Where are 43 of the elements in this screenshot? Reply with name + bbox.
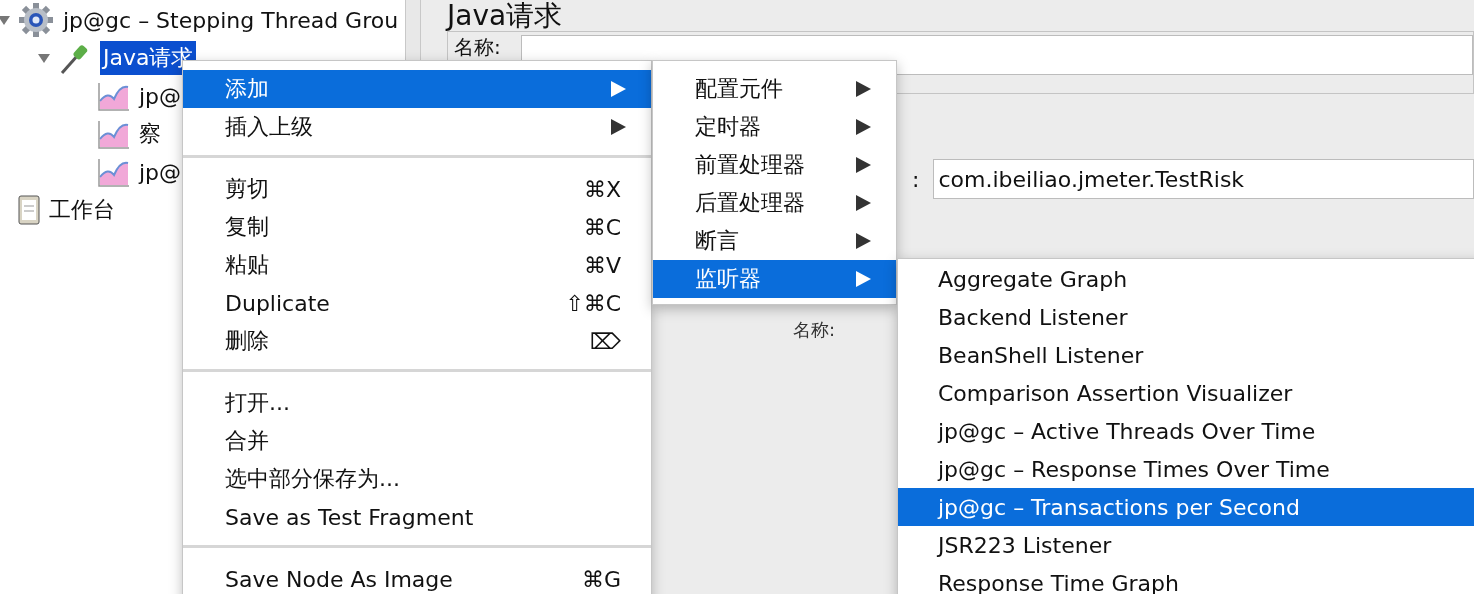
menu-item[interactable]: 配置元件	[653, 70, 896, 108]
menu-item[interactable]: 删除 ⌦	[183, 322, 651, 360]
menu-item[interactable]: jp@gc – Active Threads Over Time	[898, 412, 1474, 450]
menu-item[interactable]: 合并	[183, 422, 651, 460]
menu-item[interactable]: 后置处理器	[653, 184, 896, 222]
menu-item[interactable]: JSR223 Listener	[898, 526, 1474, 564]
field-label: :	[912, 166, 920, 192]
menu-item[interactable]: Backend Listener	[898, 298, 1474, 336]
menu-item[interactable]: 前置处理器	[653, 146, 896, 184]
menu-item[interactable]: Save Node As Image ⌘G	[183, 560, 651, 594]
menu-item[interactable]: 剪切 ⌘X	[183, 170, 651, 208]
menu-item[interactable]: Duplicate ⇧⌘C	[183, 284, 651, 322]
menu-item[interactable]: 监听器	[653, 260, 896, 298]
expand-triangle-icon[interactable]	[37, 51, 51, 65]
graph-icon	[98, 119, 130, 149]
menu-item[interactable]: Aggregate Graph	[898, 260, 1474, 298]
menu-item[interactable]: BeanShell Listener	[898, 336, 1474, 374]
gear-icon	[18, 2, 54, 38]
panel-title: Java请求	[447, 0, 564, 31]
menu-item[interactable]: 复制 ⌘C	[183, 208, 651, 246]
graph-icon	[98, 81, 130, 111]
menu-item[interactable]: 定时器	[653, 108, 896, 146]
tree-item[interactable]: jp@	[136, 81, 185, 111]
menu-item[interactable]: 断言	[653, 222, 896, 260]
clipboard-icon	[18, 194, 40, 226]
field-label: 名称:	[454, 35, 501, 59]
menu-item[interactable]: jp@gc – Transactions per Second	[898, 488, 1474, 526]
tree-item[interactable]: jp@	[136, 157, 185, 187]
tree-item[interactable]: 工作台	[46, 193, 118, 227]
graph-icon	[98, 157, 130, 187]
menu-item[interactable]: 选中部分保存为...	[183, 460, 651, 498]
menu-item[interactable]: jp@gc – Response Times Over Time	[898, 450, 1474, 488]
field-label: 名称:	[793, 318, 836, 342]
expand-triangle-icon[interactable]	[0, 13, 11, 27]
menu-item[interactable]: 插入上级	[183, 108, 651, 146]
menu-item[interactable]: Save as Test Fragment	[183, 498, 651, 536]
tree-item[interactable]: jp@gc – Stepping Thread Grou	[60, 5, 402, 35]
classname-field[interactable]: com.ibeiliao.jmeter.TestRisk	[933, 159, 1474, 199]
tree-item[interactable]: 察	[136, 117, 164, 151]
menu-item[interactable]: 添加	[183, 70, 651, 108]
menu-item[interactable]: 打开...	[183, 384, 651, 422]
menu-item[interactable]: 粘贴 ⌘V	[183, 246, 651, 284]
menu-item[interactable]: Comparison Assertion Visualizer	[898, 374, 1474, 412]
